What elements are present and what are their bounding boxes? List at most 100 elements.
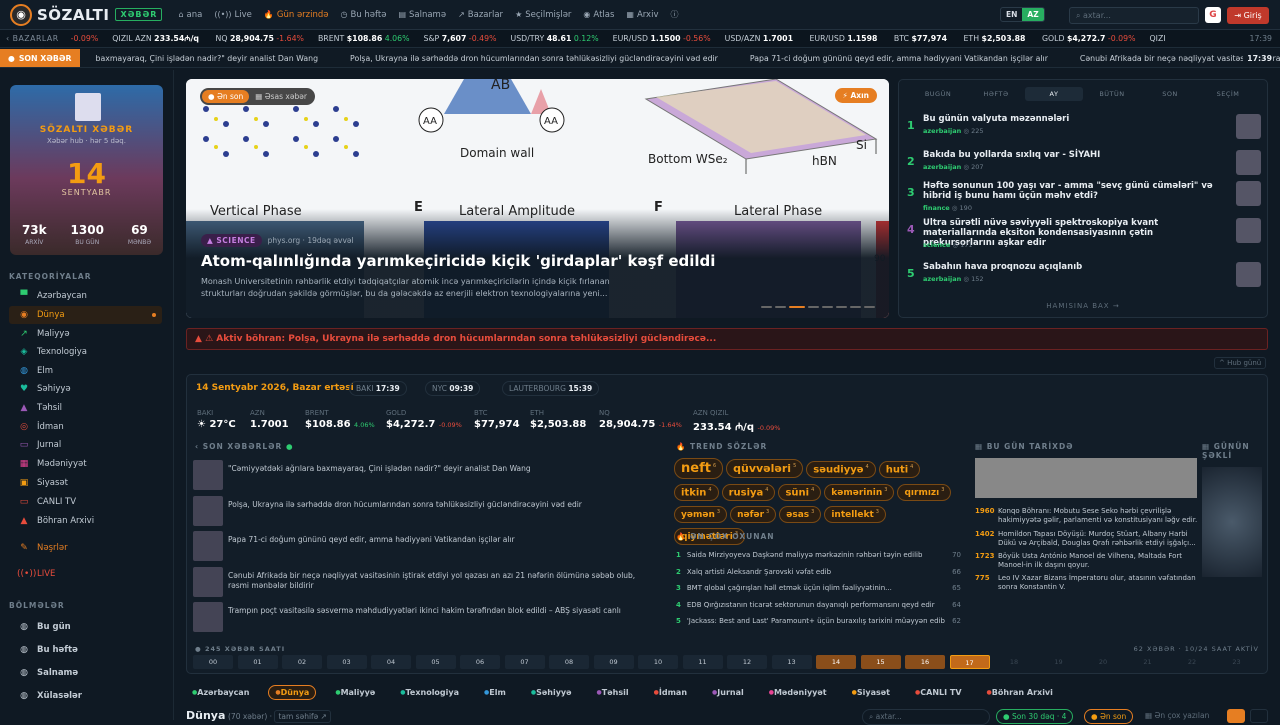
category-chip[interactable]: ● Jurnal	[706, 686, 750, 699]
breaking-item[interactable]: Papa 71-ci doğum gününü qeyd edir, amma …	[750, 54, 1048, 63]
sidebar-item-siyasət[interactable]: ▣Siyasət	[9, 474, 162, 492]
most-read-item[interactable]: 1Saida Mirziyoyeva Daşkənd maliyyə mərkə…	[676, 551, 961, 559]
most-read-item[interactable]: 5'Jackass: Best and Last' Paramount+ üçü…	[676, 617, 961, 625]
login-button[interactable]: ⇥ Giriş	[1227, 7, 1269, 24]
category-chip[interactable]: ● İdman	[648, 686, 693, 699]
market-6[interactable]: NQ28,904.75 -1.64%	[599, 409, 682, 430]
hour-cell[interactable]: 19	[1039, 655, 1079, 669]
ranking-item[interactable]: 3Həftə sonunun 100 yaşı var - amma "sevç…	[907, 181, 1261, 216]
ticker-item[interactable]: EUR/USD 1.1598	[810, 34, 880, 43]
latest-news-item[interactable]: Trampın poçt vasitəsilə səsvermə məhdudi…	[193, 602, 663, 632]
sidebar-section[interactable]: ◍Bu həftə	[9, 641, 162, 659]
most-read-item[interactable]: 2Xalq artisti Aleksandr Şarovski vəfat e…	[676, 568, 961, 576]
last-30-min-filter[interactable]: ● Son 30 dəq · 4	[996, 709, 1073, 724]
sidebar-item-dünya[interactable]: ◉Dünya	[9, 306, 162, 324]
hour-cell[interactable]: 15	[861, 655, 901, 669]
hour-cell[interactable]: 06	[460, 655, 500, 669]
category-chip[interactable]: ● Dünya	[268, 685, 316, 700]
search-input[interactable]: ⌕ axtar...	[1069, 7, 1199, 24]
sidebar-item-elm[interactable]: ◍Elm	[9, 362, 162, 380]
category-chip[interactable]: ● Səhiyyə	[525, 686, 578, 699]
trend-tag[interactable]: süni4	[778, 484, 821, 501]
hour-cell[interactable]: 16	[905, 655, 945, 669]
hour-cell[interactable]: 02	[282, 655, 322, 669]
ticker-item[interactable]: EUR/USD 1.1500 -0.56%	[613, 34, 711, 43]
hour-cell[interactable]: 11	[683, 655, 723, 669]
trend-tag[interactable]: neft6	[674, 458, 723, 479]
language-switch[interactable]: EN AZ	[1000, 7, 1045, 22]
hour-cell[interactable]: 04	[371, 655, 411, 669]
market-2[interactable]: BRENT$108.86 4.06%	[305, 409, 375, 430]
hour-cell[interactable]: 08	[549, 655, 589, 669]
ticker-item[interactable]: BTC $77,974	[894, 34, 950, 43]
latest-news-item[interactable]: "Cəmiyyətdəki ağrılara baxmayaraq, Çini …	[193, 460, 663, 490]
section-search-input[interactable]: ⌕ axtar...	[862, 709, 990, 725]
category-chip[interactable]: ● Siyasət	[846, 686, 896, 699]
hour-cell[interactable]: 22	[1172, 655, 1212, 669]
history-item[interactable]: 1960Konqo Böhranı: Mobutu Sese Seko hərb…	[975, 507, 1200, 525]
hero-dot[interactable]	[822, 306, 833, 308]
hour-cell[interactable]: 10	[638, 655, 678, 669]
sidebar-item-canli-tv[interactable]: ▭CANLI TV	[9, 493, 162, 511]
sidebar-item-extra[interactable]: ((•))LIVE	[9, 565, 162, 583]
nav-item[interactable]: 🔥Gün ərzində	[264, 9, 329, 20]
hour-cell[interactable]: 13	[772, 655, 812, 669]
rank-thumbnail[interactable]	[1236, 114, 1261, 139]
sidebar-item-texnologiya[interactable]: ◈Texnologiya	[9, 343, 162, 361]
trend-tag[interactable]: qırmızı3	[897, 484, 951, 501]
sidebar-item-i̇dman[interactable]: ◎İdman	[9, 418, 162, 436]
google-login-button[interactable]: G	[1205, 7, 1221, 23]
nav-item[interactable]: ◉Atlas	[583, 9, 614, 20]
sidebar-item-səhiyyə[interactable]: ♥Səhiyyə	[9, 380, 162, 398]
market-5[interactable]: ETH$2,503.88	[530, 409, 586, 430]
ranking-tab[interactable]: AY	[1025, 87, 1083, 101]
nav-item[interactable]: ⓘ	[670, 9, 681, 20]
breaking-item[interactable]: Polşa, Ukrayna ilə sərhəddə dron hücumla…	[350, 54, 718, 63]
ticker-item[interactable]: NQ 28,904.75 -1.64%	[216, 34, 304, 43]
trend-tag[interactable]: əsas3	[779, 506, 821, 523]
ticker-item[interactable]: QIZI	[1150, 34, 1166, 43]
latest-news-item[interactable]: Papa 71-ci doğum gününü qeyd edir, amma …	[193, 531, 663, 561]
hour-cell[interactable]: 21	[1128, 655, 1168, 669]
hero-dot[interactable]	[850, 306, 861, 308]
rank-thumbnail[interactable]	[1236, 150, 1261, 175]
trend-tag[interactable]: yəmən3	[674, 506, 727, 523]
sort-latest[interactable]: ● Ən son	[1084, 709, 1133, 724]
sidebar-section[interactable]: ◍Xülasələr	[9, 687, 162, 705]
trend-tag[interactable]: itkin4	[674, 484, 719, 501]
hour-cell[interactable]: 03	[327, 655, 367, 669]
hour-cell[interactable]: 09	[594, 655, 634, 669]
hour-cell[interactable]: 18	[994, 655, 1034, 669]
ticker-item[interactable]: S&P 7,607 -0.49%	[424, 34, 497, 43]
nav-item[interactable]: ◷Bu həftə	[341, 9, 387, 20]
ranking-tab[interactable]: BUGÜN	[909, 87, 967, 101]
ranking-tab[interactable]: BÜTÜN	[1083, 87, 1141, 101]
category-chip[interactable]: ● Təhsil	[591, 686, 635, 699]
category-chip[interactable]: ● Azərbaycan	[186, 686, 255, 699]
category-chip[interactable]: ● CANLI TV	[909, 686, 968, 699]
logo[interactable]: ◉ SÖZALTI XƏBƏR	[10, 4, 162, 26]
category-chip[interactable]: ● Elm	[478, 686, 512, 699]
sidebar-item-təhsil[interactable]: ▲Təhsil	[9, 399, 162, 417]
ranking-tab[interactable]: SEÇİM	[1199, 87, 1257, 101]
history-item[interactable]: 775Leo IV Xazar Bizans İmperatoru olur, …	[975, 574, 1200, 592]
rank-thumbnail[interactable]	[1236, 262, 1261, 287]
lang-en[interactable]: EN	[1001, 8, 1022, 21]
trend-tag[interactable]: səudiyyə4	[806, 461, 875, 478]
hour-cell[interactable]: 07	[505, 655, 545, 669]
history-image[interactable]	[975, 458, 1197, 498]
category-chip[interactable]: ● Texnologiya	[394, 686, 465, 699]
nav-item[interactable]: ((•))Live	[214, 9, 252, 20]
most-read-item[interactable]: 4EDB Qırğızıstanın ticarət sektorunun da…	[676, 601, 961, 609]
sidebar-item-mədəniyyət[interactable]: ▦Mədəniyyət	[9, 455, 162, 473]
rank-thumbnail[interactable]	[1236, 181, 1261, 206]
nav-item[interactable]: ★Seçilmişlər	[515, 9, 571, 20]
sidebar-section[interactable]: ◍Salnamə	[9, 664, 162, 682]
ranking-item[interactable]: 5Sabahın hava proqnozu açıqlanıbazerbaij…	[907, 262, 1261, 297]
category-chip[interactable]: ● Böhran Arxivi	[981, 686, 1059, 699]
ticker-item[interactable]: QIZIL AZN 233.54₼/q	[112, 34, 201, 43]
sidebar-section[interactable]: ◍Bu gün	[9, 618, 162, 636]
ranking-tab[interactable]: HƏFTƏ	[967, 87, 1025, 101]
market-7[interactable]: AZN QIZIL233.54 ₼/q -0.09%	[693, 409, 780, 433]
hour-cell[interactable]: 01	[238, 655, 278, 669]
